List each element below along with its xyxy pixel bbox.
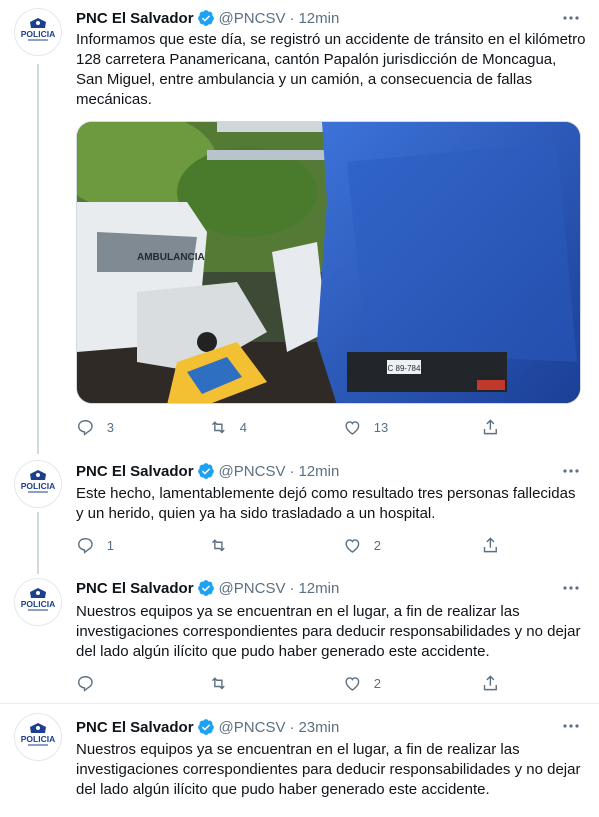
ambulance-label: AMBULANCIA (137, 252, 205, 263)
heart-icon (345, 538, 360, 553)
reply-icon (78, 419, 93, 436)
tweet-actions: 1 2 (66, 533, 506, 557)
like-button[interactable]: 2 (343, 671, 381, 695)
retweet-count: 4 (239, 419, 247, 435)
reply-icon (78, 675, 93, 692)
verified-badge-icon (197, 9, 215, 27)
tweet[interactable]: POLICIA PNC El Salvador @PNCSV · 12min I… (0, 0, 599, 455)
tweet[interactable]: POLICIA PNC El Salvador @PNCSV · 12min N… (0, 572, 599, 703)
police-badge-icon: POLICIA (21, 588, 55, 611)
tweet-text: Este hecho, lamentablemente dejó como re… (76, 485, 576, 522)
author-name[interactable]: PNC El Salvador (76, 463, 194, 480)
like-count: 13 (373, 419, 389, 435)
verified-badge-icon (197, 718, 215, 736)
share-button[interactable] (481, 671, 500, 695)
reply-button[interactable]: 3 (76, 415, 114, 439)
author-name[interactable]: PNC El Salvador (76, 10, 194, 27)
avatar[interactable]: POLICIA (14, 460, 62, 508)
separator-dot: · (289, 462, 295, 480)
tweet-header: PNC El Salvador @PNCSV · 12min (76, 461, 339, 481)
like-button[interactable]: 13 (343, 415, 388, 439)
separator-dot: · (289, 9, 295, 27)
timestamp[interactable]: 12min (298, 10, 339, 27)
like-button[interactable]: 2 (343, 533, 381, 557)
timestamp[interactable]: 12min (298, 463, 339, 480)
reply-button[interactable]: 1 (76, 533, 114, 557)
share-icon (483, 536, 497, 552)
tweet-header: PNC El Salvador @PNCSV · 12min (76, 8, 339, 28)
share-icon (483, 418, 497, 434)
retweet-icon (212, 676, 225, 690)
timestamp[interactable]: 12min (298, 580, 339, 597)
tweet[interactable]: POLICIA PNC El Salvador @PNCSV · 23min N… (0, 704, 599, 817)
share-button[interactable] (481, 415, 500, 439)
reply-count: 1 (106, 537, 114, 553)
tweet-actions: 3 4 13 (66, 415, 506, 439)
author-handle[interactable]: @PNCSV (219, 463, 286, 480)
more-options-icon[interactable] (561, 8, 581, 28)
share-icon (483, 674, 497, 690)
tweet-header: PNC El Salvador @PNCSV · 12min (76, 578, 339, 598)
like-count: 2 (373, 675, 381, 691)
police-badge-icon: POLICIA (21, 470, 55, 493)
reply-button[interactable] (76, 671, 107, 695)
police-badge-icon: POLICIA (21, 723, 55, 746)
tweet-text: Nuestros equipos ya se encuentran en el … (76, 603, 581, 660)
avatar-logo-text: POLICIA (21, 481, 55, 491)
retweet-icon (212, 538, 225, 552)
author-handle[interactable]: @PNCSV (219, 719, 286, 736)
avatar[interactable]: POLICIA (14, 578, 62, 626)
heart-icon (345, 676, 360, 691)
author-handle[interactable]: @PNCSV (219, 10, 286, 27)
police-badge-icon: POLICIA (21, 18, 55, 41)
avatar-logo-text: POLICIA (21, 734, 55, 744)
share-button[interactable] (481, 533, 500, 557)
more-options-icon[interactable] (561, 578, 581, 598)
avatar[interactable]: POLICIA (14, 713, 62, 761)
avatar-logo-text: POLICIA (21, 29, 55, 39)
tweet-text: Nuestros equipos ya se encuentran en el … (76, 741, 581, 798)
reply-count: 3 (106, 419, 114, 435)
separator-dot: · (289, 579, 295, 597)
more-options-icon[interactable] (561, 716, 581, 736)
retweet-button[interactable] (209, 533, 240, 557)
author-name[interactable]: PNC El Salvador (76, 580, 194, 597)
verified-badge-icon (197, 579, 215, 597)
retweet-icon (212, 420, 225, 434)
verified-badge-icon (197, 462, 215, 480)
tweet-photo[interactable]: AMBULANCIA C 89-784 (76, 121, 581, 404)
reply-icon (78, 537, 93, 554)
license-plate: C 89-784 (388, 364, 421, 373)
avatar-logo-text: POLICIA (21, 599, 55, 609)
timestamp[interactable]: 23min (298, 719, 339, 736)
retweet-button[interactable]: 4 (209, 415, 247, 439)
avatar[interactable]: POLICIA (14, 8, 62, 56)
like-count: 2 (373, 537, 381, 553)
heart-icon (345, 420, 360, 435)
author-name[interactable]: PNC El Salvador (76, 719, 194, 736)
retweet-button[interactable] (209, 671, 240, 695)
tweet-text: Informamos que este día, se registró un … (76, 31, 586, 108)
author-handle[interactable]: @PNCSV (219, 580, 286, 597)
separator-dot: · (289, 718, 295, 736)
accident-photo: AMBULANCIA C 89-784 (77, 122, 580, 403)
more-options-icon[interactable] (561, 461, 581, 481)
tweet[interactable]: POLICIA PNC El Salvador @PNCSV · 12min E… (0, 455, 599, 572)
tweet-actions: 2 (66, 671, 506, 695)
tweet-header: PNC El Salvador @PNCSV · 23min (76, 717, 339, 737)
